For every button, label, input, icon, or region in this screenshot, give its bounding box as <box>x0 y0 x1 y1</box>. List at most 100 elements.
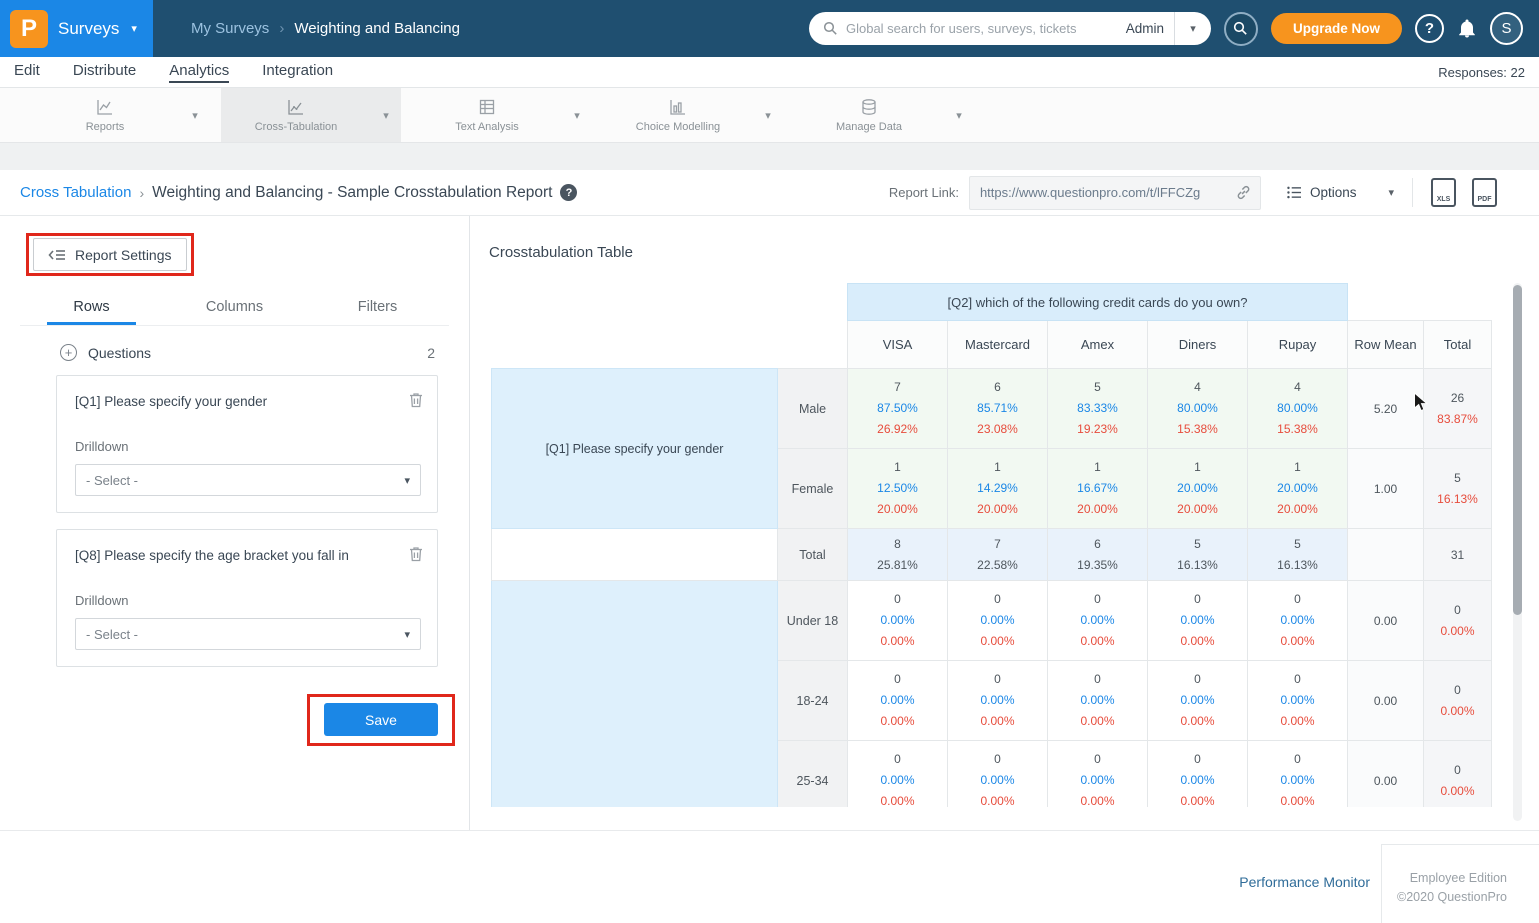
search-submit-button[interactable] <box>1224 12 1258 46</box>
cell-value: 0.00% <box>1250 770 1345 791</box>
question-card-title: [Q1] Please specify your gender <box>75 394 375 409</box>
data-cell: 00.00%0.00% <box>1248 661 1348 741</box>
report-settings-button[interactable]: Report Settings <box>33 238 187 271</box>
cell-value: 0.00% <box>1426 701 1489 722</box>
data-cell: 00.00%0.00% <box>1248 581 1348 661</box>
data-cell: 00.00%0.00% <box>1148 661 1248 741</box>
table-corner-blank <box>1348 284 1492 321</box>
data-cell: 00.00%0.00% <box>1048 581 1148 661</box>
search-input[interactable] <box>846 21 1116 36</box>
data-cell: 00.00%0.00% <box>848 661 948 741</box>
copy-link-icon[interactable] <box>1235 184 1252 201</box>
vertical-scrollbar[interactable] <box>1513 283 1522 821</box>
options-caret-icon[interactable]: ▾ <box>1388 186 1394 199</box>
cell-value: 1 <box>1250 457 1345 478</box>
select-value: - Select - <box>86 473 138 488</box>
delete-question-icon[interactable] <box>409 392 423 408</box>
choice-modelling-caret-icon[interactable]: ▾ <box>753 88 783 142</box>
tab-rows[interactable]: Rows <box>20 291 163 325</box>
report-link-label: Report Link: <box>889 185 959 200</box>
crosstab-chart-icon <box>287 98 305 116</box>
toolbar-reports-main[interactable]: Reports <box>30 88 180 142</box>
content-area: Report Settings Rows Columns Filters + Q… <box>0 216 1539 831</box>
help-icon[interactable]: ? <box>1415 14 1444 43</box>
product-menu[interactable]: P Surveys ▾ <box>0 0 153 57</box>
cell-value: 0.00% <box>1150 631 1245 652</box>
drilldown-select-q1[interactable]: - Select - ▾ <box>75 464 421 496</box>
search-scope-dropdown[interactable]: Admin <box>1116 21 1174 36</box>
save-button[interactable]: Save <box>324 703 438 736</box>
toolbar-manage-data-main[interactable]: Manage Data <box>794 88 944 142</box>
table-corner-blank <box>492 321 848 369</box>
cell-value: 5 <box>1050 377 1145 398</box>
cell-value: 16.13% <box>1150 555 1245 576</box>
cell-value: 4 <box>1150 377 1245 398</box>
column-header: Rupay <box>1248 321 1348 369</box>
manage-data-caret-icon[interactable]: ▾ <box>944 88 974 142</box>
cell-value: 20.00% <box>1150 478 1245 499</box>
breadcrumb-my-surveys[interactable]: My Surveys <box>191 20 269 37</box>
data-cell: 685.71%23.08% <box>948 369 1048 449</box>
scope-caret-icon[interactable]: ▾ <box>1175 22 1211 35</box>
cell-value: 0.00% <box>950 631 1045 652</box>
toolbar-item-text-analysis[interactable]: Text Analysis ▾ <box>412 88 592 142</box>
crosstab-area: Crosstabulation Table [Q2] which of the … <box>470 216 1539 830</box>
cell-value: 0.00% <box>1050 770 1145 791</box>
question-card-q8: [Q8] Please specify the age bracket you … <box>56 529 438 667</box>
tab-columns[interactable]: Columns <box>163 291 306 325</box>
toolbar-choice-modelling-main[interactable]: Choice Modelling <box>603 88 753 142</box>
cell-value: 15.38% <box>1150 419 1245 440</box>
data-cell: 00.00%0.00% <box>948 581 1048 661</box>
toolbar-item-reports[interactable]: Reports ▾ <box>30 88 210 142</box>
crosstab-title: Crosstabulation Table <box>489 244 633 261</box>
tab-edit[interactable]: Edit <box>14 62 40 83</box>
cell-value: 23.08% <box>950 419 1045 440</box>
add-question-icon[interactable]: + <box>60 344 77 361</box>
report-help-icon[interactable]: ? <box>560 184 577 201</box>
toolbar-item-manage-data[interactable]: Manage Data ▾ <box>794 88 974 142</box>
breadcrumb-separator-icon: › <box>279 20 284 37</box>
reports-caret-icon[interactable]: ▾ <box>180 88 210 142</box>
export-xls-button[interactable]: XLS <box>1431 178 1456 207</box>
cell-value: 1 <box>1050 457 1145 478</box>
tab-filters[interactable]: Filters <box>306 291 449 325</box>
cell-value: 26 <box>1426 388 1489 409</box>
performance-monitor-link[interactable]: Performance Monitor <box>1239 874 1370 890</box>
toolbar-text-analysis-main[interactable]: Text Analysis <box>412 88 562 142</box>
report-settings-label: Report Settings <box>75 247 172 263</box>
cell-value: 6 <box>1050 534 1145 555</box>
total-row-cell: 619.35% <box>1048 529 1148 581</box>
cell-value: 8 <box>850 534 945 555</box>
cross-tabulation-link[interactable]: Cross Tabulation <box>20 184 131 201</box>
scrollbar-thumb[interactable] <box>1513 285 1522 615</box>
report-link-box <box>969 176 1261 210</box>
data-cell: 583.33%19.23% <box>1048 369 1148 449</box>
text-analysis-caret-icon[interactable]: ▾ <box>562 88 592 142</box>
toolbar-item-cross-tabulation[interactable]: Cross-Tabulation ▾ <box>221 88 401 142</box>
notifications-bell-icon[interactable] <box>1457 19 1477 39</box>
export-pdf-button[interactable]: PDF <box>1472 178 1497 207</box>
tab-distribute[interactable]: Distribute <box>73 62 136 83</box>
edition-line: Employee Edition <box>1382 869 1507 888</box>
report-link-input[interactable] <box>980 185 1231 200</box>
data-cell: 00.00%0.00% <box>1248 741 1348 808</box>
total-row-cell: 516.13% <box>1148 529 1248 581</box>
cell-value: 0.00% <box>950 770 1045 791</box>
drilldown-select-q8[interactable]: - Select - ▾ <box>75 618 421 650</box>
toolbar-item-label: Text Analysis <box>455 121 519 133</box>
crosstab-caret-icon[interactable]: ▾ <box>371 88 401 142</box>
upgrade-now-button[interactable]: Upgrade Now <box>1271 13 1402 44</box>
toolbar-item-choice-modelling[interactable]: Choice Modelling ▾ <box>603 88 783 142</box>
tab-integration[interactable]: Integration <box>262 62 333 83</box>
cell-value: 0 <box>1150 749 1245 770</box>
row-total-cell: 2683.87% <box>1424 369 1492 449</box>
tab-analytics[interactable]: Analytics <box>169 62 229 83</box>
toolbar-crosstab-main[interactable]: Cross-Tabulation <box>221 88 371 142</box>
cell-value: 0.00% <box>1250 791 1345 807</box>
user-avatar[interactable]: S <box>1490 12 1523 45</box>
topbar-actions: Admin ▾ Upgrade Now ? S <box>809 12 1539 46</box>
cell-value: 0 <box>1426 680 1489 701</box>
options-button[interactable]: Options <box>1287 185 1357 200</box>
questions-count: 2 <box>427 345 435 361</box>
delete-question-icon[interactable] <box>409 546 423 562</box>
